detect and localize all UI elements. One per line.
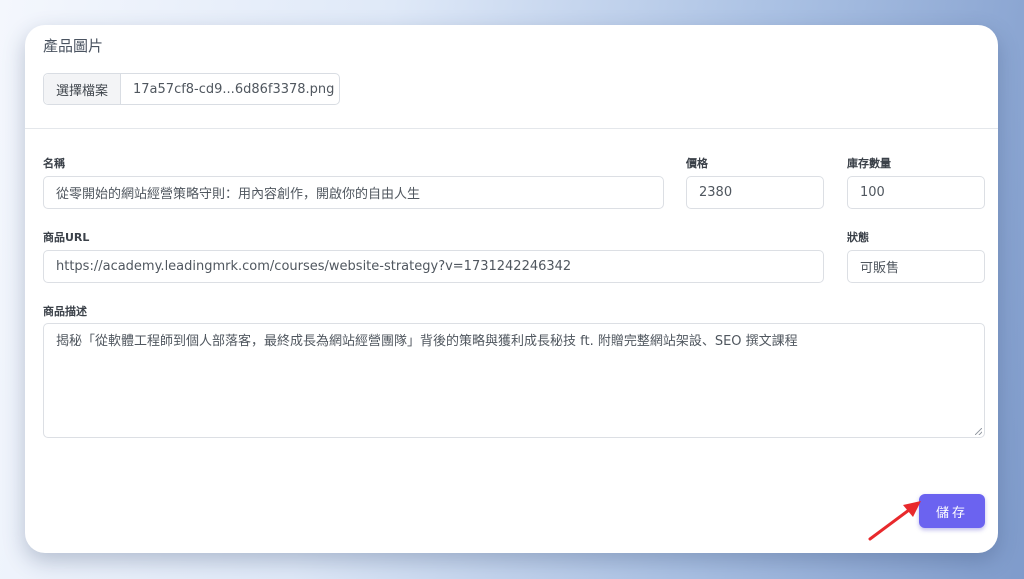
file-name: 17a57cf8-cd9...6d86f3378.png xyxy=(133,81,335,97)
section-title: 產品圖片 xyxy=(43,37,104,55)
stock-input[interactable]: 100 xyxy=(847,176,985,209)
save-button[interactable]: 儲存 xyxy=(919,494,985,528)
name-input[interactable]: 從零開始的網站經營策略守則：用內容創作，開啟你的自由人生 xyxy=(43,176,664,209)
status-label: 狀態 xyxy=(847,231,869,244)
status-select[interactable]: 可販售 xyxy=(847,250,985,283)
product-form-card: 產品圖片 選擇檔案 17a57cf8-cd9...6d86f3378.png 名… xyxy=(25,25,998,553)
description-textarea[interactable]: 揭秘「從軟體工程師到個人部落客，最終成長為網站經營團隊」背後的策略與獲利成長秘技… xyxy=(43,323,985,438)
url-input[interactable]: https://academy.leadingmrk.com/courses/w… xyxy=(43,250,824,283)
url-label: 商品URL xyxy=(43,231,90,244)
red-arrow-icon xyxy=(868,501,921,541)
description-text: 揭秘「從軟體工程師到個人部落客，最終成長為網站經營團隊」背後的策略與獲利成長秘技… xyxy=(56,334,798,349)
choose-file-button[interactable]: 選擇檔案 xyxy=(44,74,122,104)
price-input[interactable]: 2380 xyxy=(686,176,824,209)
file-picker[interactable]: 選擇檔案 17a57cf8-cd9...6d86f3378.png xyxy=(43,73,340,105)
resize-handle-icon[interactable] xyxy=(975,428,982,435)
name-label: 名稱 xyxy=(43,157,65,170)
stock-label: 庫存數量 xyxy=(847,157,891,170)
price-label: 價格 xyxy=(686,157,708,170)
description-label: 商品描述 xyxy=(43,305,87,318)
divider xyxy=(25,128,998,129)
